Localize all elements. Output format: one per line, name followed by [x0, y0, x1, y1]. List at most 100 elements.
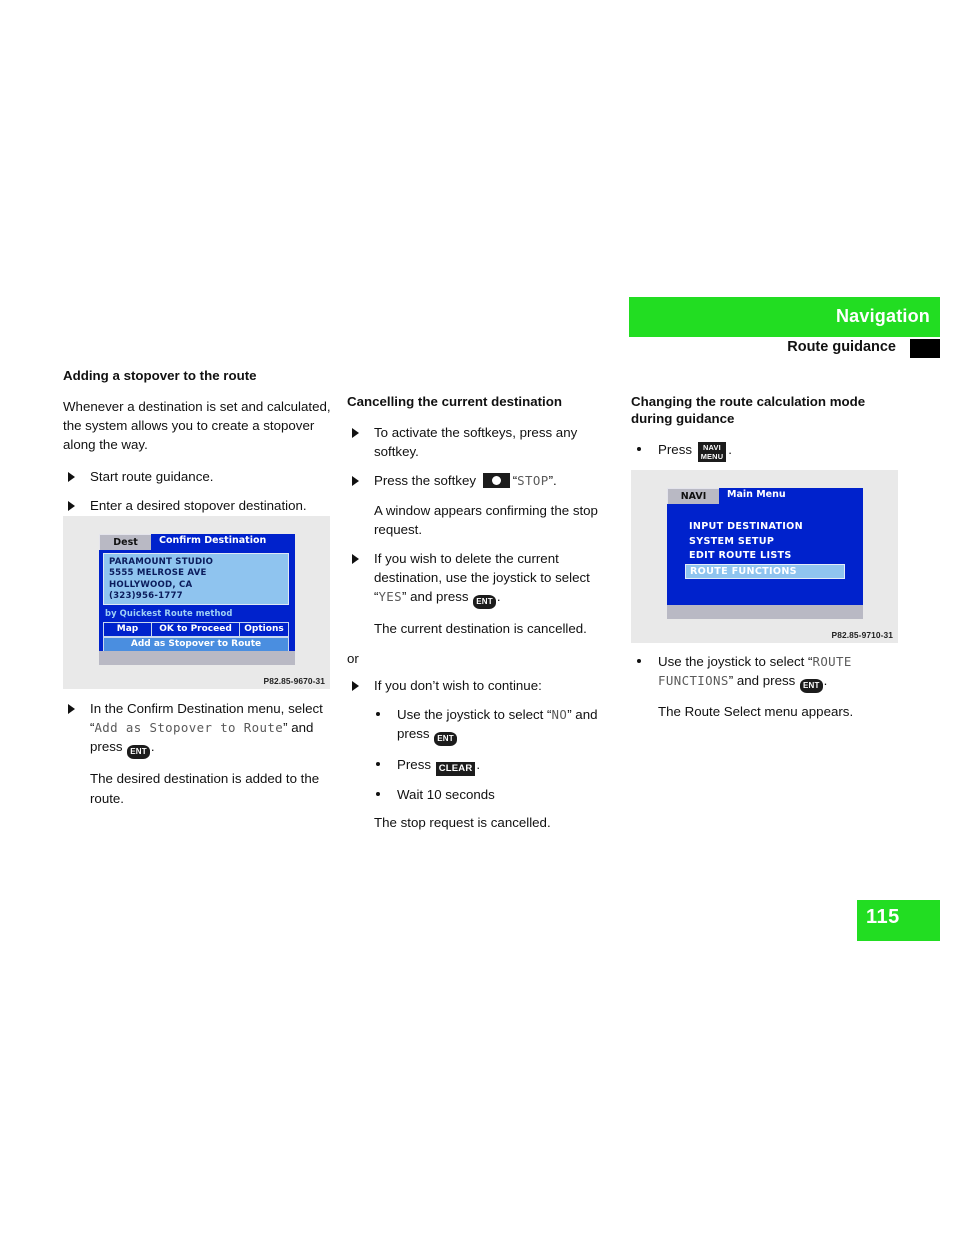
dot-bullet-icon [376, 712, 380, 717]
page-number: 115 [866, 906, 900, 928]
mid-step-3-text-mid: ” and press [402, 589, 473, 605]
dot-bullet-icon [637, 447, 641, 451]
mid-step-1-text: To activate the softkeys, press any soft… [374, 425, 578, 460]
softkey-ok-to-proceed[interactable]: OK to Proceed [152, 623, 240, 636]
page-number-badge: 115 [857, 900, 940, 941]
navi-menu-key-icon: NAVI MENU [697, 442, 727, 462]
clear-key-icon: CLEAR [435, 762, 476, 777]
address-line-3: HOLLYWOOD, CA [109, 579, 193, 590]
right-heading: Changing the route calculation mode duri… [631, 394, 866, 426]
figure-navi-main-menu: NAVI Main Menu INPUT DESTINATION SYSTEM … [631, 470, 898, 643]
right-step-2-pre: Use the joystick to select “ [658, 654, 813, 669]
menu-item-input-destination[interactable]: INPUT DESTINATION [685, 520, 845, 535]
left-step-3: In the Confirm Destination menu, select … [63, 699, 341, 760]
header-band: Navigation [629, 297, 940, 337]
mid-step-3-mono: YES [378, 589, 403, 605]
navi-menu-line-2: MENU [700, 452, 724, 461]
right-step-2-mid: ” and press [728, 673, 799, 689]
column-left-lower: In the Confirm Destination menu, select … [63, 699, 341, 818]
right-step-1-pre: Press [658, 442, 696, 457]
screen-footer-bar [99, 651, 295, 665]
section-marker-block [910, 339, 940, 358]
softkey-button-icon [482, 473, 510, 489]
mid-subitem-2-end: . [476, 757, 481, 773]
navi-menu-line-1: NAVI [703, 443, 721, 452]
mid-step-3: If you wish to delete the current destin… [347, 549, 625, 610]
ent-key-icon: ENT [473, 595, 496, 610]
screen-tab-navi: NAVI [667, 488, 719, 504]
left-step-2: Enter a desired stopover destination. [63, 496, 341, 515]
section-subtitle: Route guidance [787, 339, 896, 355]
triangle-bullet-icon [352, 554, 359, 565]
mid-step-2-mono: STOP [517, 473, 549, 489]
mid-subitem-3-text: Wait 10 seconds [397, 787, 495, 803]
softkey-options[interactable]: Options [240, 623, 288, 636]
dot-bullet-icon [376, 762, 380, 767]
screen-title: Confirm Destination [159, 535, 267, 546]
dot-bullet-icon [637, 659, 641, 663]
triangle-bullet-icon [68, 471, 75, 482]
mid-step-4: If you don’t wish to continue: [347, 676, 625, 695]
left-step-1: Start route guidance. [63, 467, 341, 486]
menu-item-route-functions[interactable]: ROUTE FUNCTIONS [685, 563, 845, 579]
right-result-note: The Route Select menu appears. [658, 704, 854, 720]
screen-footer-bar [667, 605, 863, 619]
column-left: Adding a stopover to the route Whenever … [63, 367, 341, 525]
left-step-2-text: Enter a desired stopover destination. [90, 497, 307, 513]
menu-item-system-setup[interactable]: SYSTEM SETUP [685, 535, 845, 550]
mid-subitem-1-mono: NO [551, 707, 568, 723]
screen-highlight-add-as-stopover[interactable]: Add as Stopover to Route [103, 637, 289, 652]
address-line-2: 5555 MELROSE AVE [109, 568, 207, 579]
mid-note-1: A window appears confirming the stop req… [374, 502, 598, 537]
address-line-4: (323)956-1777 [109, 591, 183, 602]
right-step-2-end: . [823, 673, 828, 689]
triangle-bullet-icon [352, 476, 359, 487]
mid-step-3-text-end: . [496, 589, 501, 605]
menu-item-edit-route-lists[interactable]: EDIT ROUTE LISTS [685, 549, 845, 564]
triangle-bullet-icon [352, 680, 359, 691]
left-step-1-text: Start route guidance. [90, 468, 214, 484]
right-step-1-end: . [728, 442, 732, 457]
figure-right-caption: P82.85-9710-31 [831, 630, 893, 640]
figure-left-caption: P82.85-9670-31 [263, 676, 325, 686]
screen-route-method: by Quickest Route method [105, 608, 233, 618]
mid-step-2-quote-close: ”. [548, 473, 557, 489]
figure-confirm-destination: Dest Confirm Destination PARAMOUNT STUDI… [63, 516, 330, 689]
mid-step-2: Press the softkey “STOP”. [347, 471, 625, 490]
softkey-map[interactable]: Map [104, 623, 152, 636]
left-step-3-mono: Add as Stopover to Route [94, 720, 284, 736]
screen-address-box: PARAMOUNT STUDIO 5555 MELROSE AVE HOLLYW… [103, 553, 289, 605]
mid-heading: Cancelling the current destination [347, 394, 562, 409]
right-step-2: Use the joystick to select “ROUTE FUNCTI… [631, 652, 909, 694]
ent-key-icon: ENT [799, 679, 823, 694]
mid-note-2: The current destination is cancelled. [374, 621, 587, 637]
right-step-1: Press NAVI MENU. [631, 440, 909, 462]
screen-titlebar: NAVI Main Menu [667, 488, 863, 505]
mid-note-3: The stop request is cancelled. [374, 815, 551, 831]
mid-subitem-3: Wait 10 seconds [347, 785, 625, 804]
screen-tab-dest: Dest [99, 534, 151, 550]
header-subtitle-row: Route guidance [629, 339, 940, 359]
navi-screen-confirm-destination: Dest Confirm Destination PARAMOUNT STUDI… [99, 534, 295, 665]
mid-subitem-2: Press CLEAR. [347, 755, 625, 777]
left-intro-paragraph: Whenever a destination is set and calcul… [63, 399, 331, 453]
screen-title: Main Menu [727, 489, 786, 500]
mid-subitem-2-pre: Press [397, 757, 435, 773]
triangle-bullet-icon [68, 704, 75, 714]
left-result-note: The desired destination is added to the … [90, 771, 320, 806]
dot-bullet-icon [376, 792, 380, 797]
screen-softkey-row: Map OK to Proceed Options [103, 622, 289, 637]
page-title: Navigation [835, 306, 930, 326]
mid-step-2-text-pre: Press the softkey [374, 473, 480, 489]
mid-subitem-1: Use the joystick to select “NO” and pres… [347, 705, 625, 747]
left-step-3-text-end: . [150, 739, 155, 755]
ent-key-icon: ENT [434, 732, 457, 747]
screen-titlebar: Dest Confirm Destination [99, 534, 295, 551]
mid-subitem-1-pre: Use the joystick to select “ [397, 707, 552, 723]
left-heading: Adding a stopover to the route [63, 368, 257, 383]
mid-or-label: or [347, 650, 359, 666]
address-line-1: PARAMOUNT STUDIO [109, 557, 214, 567]
mid-step-1: To activate the softkeys, press any soft… [347, 423, 625, 461]
mid-step-4-text: If you don’t wish to continue: [374, 677, 542, 693]
triangle-bullet-icon [352, 428, 359, 438]
